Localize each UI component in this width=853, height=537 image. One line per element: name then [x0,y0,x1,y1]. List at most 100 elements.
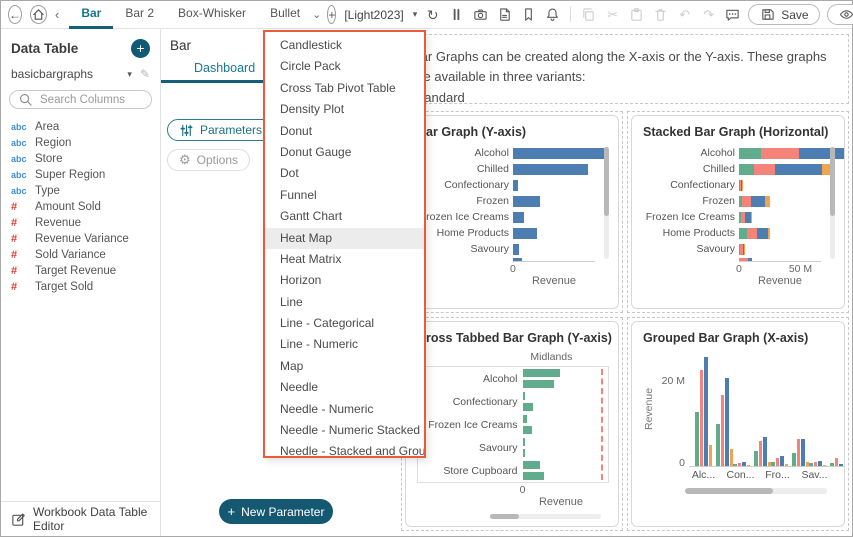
bar[interactable] [523,449,526,457]
bar-segment[interactable] [757,228,768,239]
add-data-table-button[interactable]: + [131,39,150,58]
column-item-target-revenue[interactable]: #Target Revenue [1,263,160,279]
column-item-super-region[interactable]: abcSuper Region [1,167,160,183]
stacked-bar[interactable] [739,180,743,191]
view-button[interactable]: View [827,4,853,25]
pause-icon[interactable] [448,6,465,23]
save-button[interactable]: Save [748,4,819,25]
menu-item-map[interactable]: Map [265,356,424,377]
column-item-region[interactable]: abcRegion [1,135,160,151]
vertical-scrollbar[interactable] [830,147,835,259]
scroll-tabs-left-icon[interactable]: ‹ [55,7,59,22]
bar[interactable] [733,464,737,466]
menu-item-funnel[interactable]: Funnel [265,185,424,206]
bar[interactable] [716,424,720,466]
bar[interactable] [523,438,525,446]
comment-icon[interactable] [724,6,741,23]
menu-item-density-plot[interactable]: Density Plot [265,99,424,120]
workbook-tab-bar-2[interactable]: Bar 2 [113,1,166,29]
add-dashboard-button[interactable]: + [327,5,336,24]
home-button[interactable] [30,5,47,24]
bar-segment[interactable] [822,164,829,175]
bar-segment[interactable] [751,212,752,223]
bar[interactable] [523,403,534,411]
export-pdf-icon[interactable] [496,6,513,23]
stacked-bar[interactable] [739,164,830,175]
bar-segment[interactable] [799,148,844,159]
column-item-type[interactable]: abcType [1,183,160,199]
menu-item-horizon[interactable]: Horizon [265,270,424,291]
bar[interactable] [814,462,818,466]
bar[interactable] [830,463,834,466]
workbook-tab-bar[interactable]: Bar [69,1,113,29]
bar[interactable] [823,465,827,467]
bar[interactable] [738,463,742,466]
snapshot-icon[interactable] [472,6,489,23]
bar[interactable] [747,465,751,467]
stacked-bar[interactable] [739,244,744,255]
bar[interactable] [748,258,753,261]
bar[interactable] [771,462,775,466]
parameters-button[interactable]: Parameters [167,119,274,141]
column-item-sold-variance[interactable]: #Sold Variance [1,247,160,263]
bar[interactable] [785,464,789,466]
menu-item-line[interactable]: Line [265,292,424,313]
menu-item-donut[interactable]: Donut [265,121,424,142]
bar[interactable] [695,412,699,466]
bar-segment[interactable] [751,196,766,207]
stacked-bar[interactable] [739,196,770,207]
menu-item-heat-matrix[interactable]: Heat Matrix [265,249,424,270]
bar-segment[interactable] [768,228,770,239]
bar[interactable] [523,472,545,480]
menu-item-needle-stacked-and-grouped[interactable]: Needle - Stacked and Grouped [265,441,424,458]
column-item-revenue-variance[interactable]: #Revenue Variance [1,231,160,247]
bar[interactable] [754,451,758,466]
bar[interactable] [513,148,606,159]
bar[interactable] [739,258,748,261]
horizontal-scrollbar[interactable] [685,488,827,494]
stacked-bar[interactable] [739,228,770,239]
workbook-tab-box-whisker[interactable]: Box-Whisker [166,1,258,29]
options-button[interactable]: ⚙ Options [167,149,250,171]
workbook-data-table-editor-link[interactable]: Workbook Data Table Editor [1,501,160,536]
menu-item-heat-map[interactable]: Heat Map [265,228,424,249]
column-item-revenue[interactable]: #Revenue [1,215,160,231]
bar[interactable] [839,464,843,466]
horizontal-scrollbar[interactable] [490,514,601,519]
bar[interactable] [523,426,532,434]
menu-item-gantt-chart[interactable]: Gantt Chart [265,206,424,227]
bar[interactable] [780,456,784,466]
bar[interactable] [763,437,767,466]
bar-segment[interactable] [739,228,747,239]
column-item-target-sold[interactable]: #Target Sold [1,279,160,295]
bar[interactable] [513,164,588,175]
bar[interactable] [523,461,540,469]
bar-segment[interactable] [739,164,754,175]
bookmark-icon[interactable] [520,6,537,23]
column-item-store[interactable]: abcStore [1,151,160,167]
bar[interactable] [523,369,560,377]
bar-segment[interactable] [742,196,751,207]
scrollbar-thumb[interactable] [685,488,773,494]
scrollbar-thumb[interactable] [604,147,609,216]
workbook-caret-icon[interactable]: ▾ [413,9,418,20]
bar[interactable] [742,462,746,466]
new-parameter-button[interactable]: + New Parameter [219,499,333,524]
panel-stacked-bar-graph[interactable]: Stacked Bar Graph (Horizontal)AlcoholChi… [631,115,845,309]
alerts-icon[interactable] [544,6,561,23]
bar[interactable] [704,357,708,466]
menu-item-needle-numeric-stacked[interactable]: Needle - Numeric Stacked [265,420,424,441]
bar-segment[interactable] [775,164,822,175]
menu-item-donut-gauge[interactable]: Donut Gauge [265,142,424,163]
bar[interactable] [709,445,713,466]
scrollbar-thumb[interactable] [490,514,519,519]
bar[interactable] [797,439,801,466]
column-item-amount-sold[interactable]: #Amount Sold [1,199,160,215]
column-item-area[interactable]: abcArea [1,119,160,135]
bar[interactable] [513,212,524,223]
menu-item-candlestick[interactable]: Candlestick [265,35,424,56]
bar[interactable] [513,196,540,207]
bar-segment[interactable] [761,148,799,159]
bar[interactable] [721,395,725,466]
bar-segment[interactable] [765,196,770,207]
